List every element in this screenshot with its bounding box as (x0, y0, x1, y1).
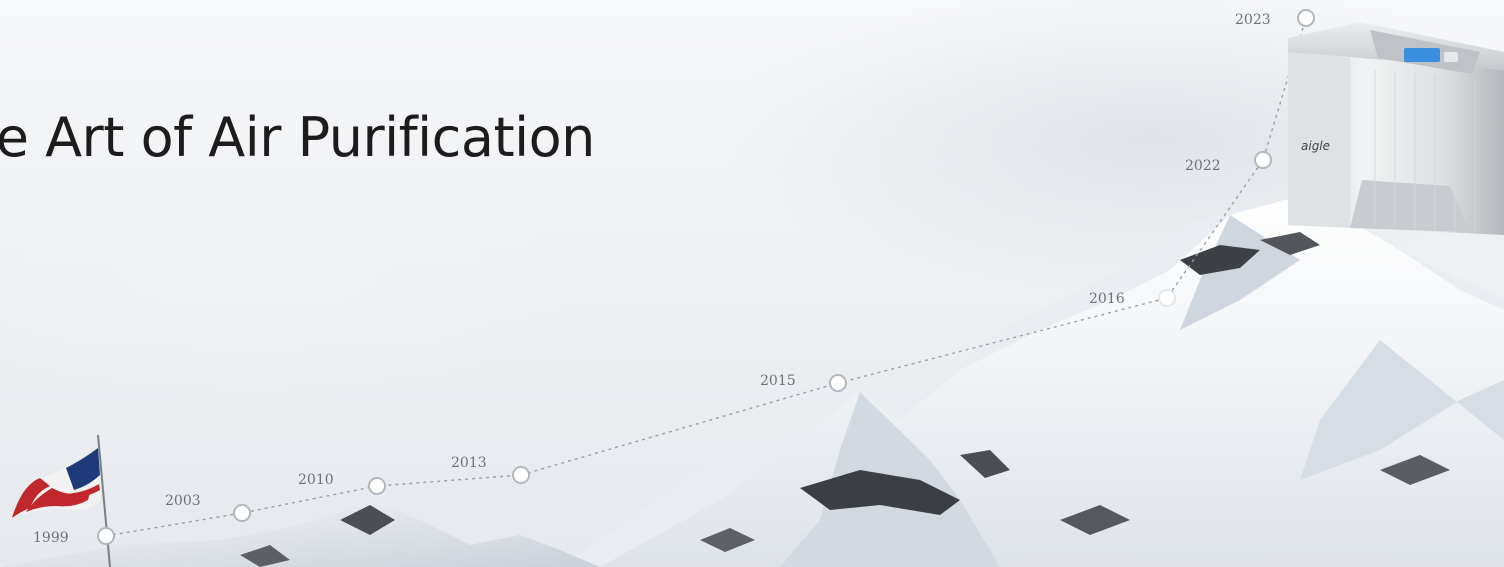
timeline-node-1999 (97, 527, 115, 545)
air-purifier-product: aigle (1288, 22, 1504, 235)
timeline-node-2022 (1254, 151, 1272, 169)
year-label-1999: 1999 (33, 530, 69, 546)
year-label-2015: 2015 (760, 373, 796, 389)
display-screen (1404, 48, 1440, 62)
timeline-node-2013 (512, 466, 530, 484)
year-label-2013: 2013 (451, 455, 487, 471)
left-hills (0, 500, 600, 567)
year-label-2022: 2022 (1185, 158, 1221, 174)
timeline-node-2023 (1297, 9, 1315, 27)
mountain-scene: aigle 1999 2003 2010 2013 2015 2016 2022… (0, 9, 1504, 567)
timeline-node-2016 (1158, 289, 1176, 307)
flag-icon (12, 434, 111, 567)
year-label-2010: 2010 (298, 472, 334, 488)
year-label-2003: 2003 (165, 493, 201, 509)
timeline-node-2003 (233, 504, 251, 522)
timeline-node-2015 (829, 374, 847, 392)
timeline-node-2010 (368, 477, 386, 495)
hero-banner: he Art of Air Purification aigle 1999 20… (0, 0, 1504, 567)
year-label-2016: 2016 (1089, 291, 1125, 307)
year-label-2023: 2023 (1235, 12, 1271, 28)
product-brand-logo: aigle (1301, 139, 1330, 153)
